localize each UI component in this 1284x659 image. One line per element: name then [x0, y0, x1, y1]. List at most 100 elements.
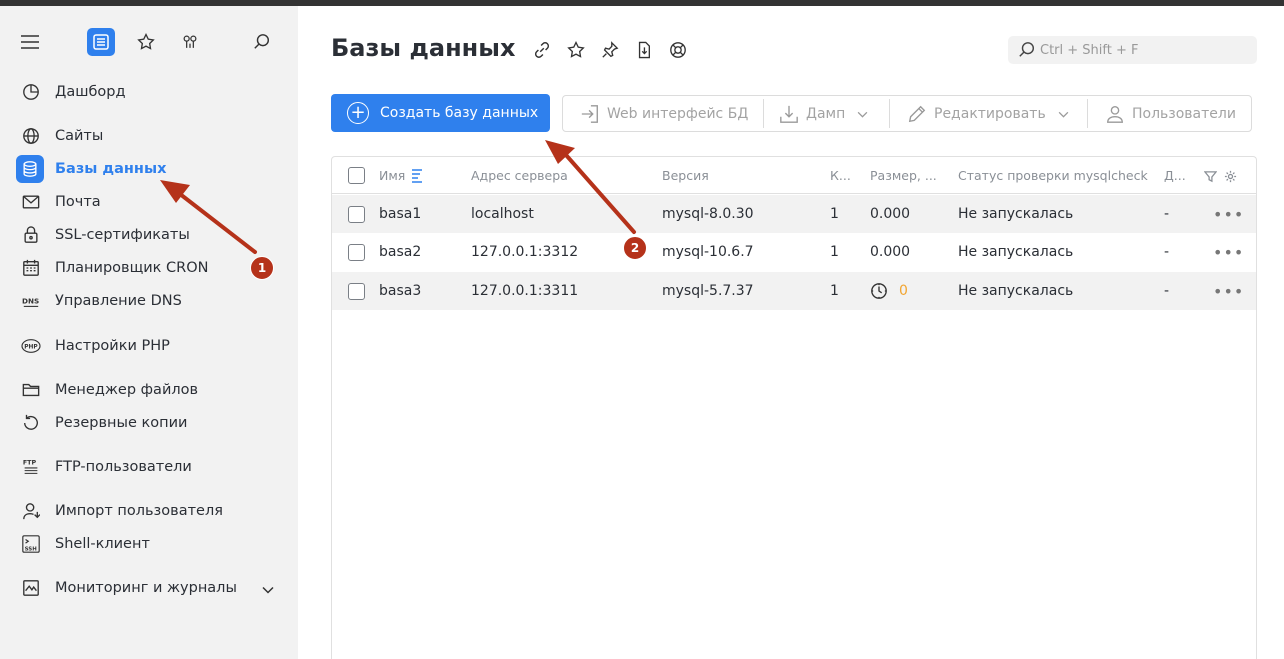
list-view-icon[interactable] — [87, 28, 115, 56]
create-database-button[interactable]: + Создать базу данных — [331, 94, 550, 132]
dump-label: Дамп — [806, 105, 846, 122]
gear-icon[interactable] — [1224, 168, 1237, 187]
sidebar-item-dashboard[interactable]: Дашборд — [0, 77, 298, 107]
column-header-size[interactable]: Размер, ... — [870, 168, 937, 183]
svg-text:PHP: PHP — [24, 344, 38, 350]
row-more-icon[interactable]: ••• — [1213, 243, 1244, 262]
cell-version: mysql-10.6.7 — [662, 244, 754, 260]
sidebar-item-shell[interactable]: SSH Shell-клиент — [0, 529, 298, 559]
users-button[interactable]: Пользователи — [1104, 96, 1236, 131]
sidebar-item-label: Дашборд — [55, 84, 126, 100]
cell-name: basa2 — [379, 244, 422, 260]
filter-icon[interactable] — [1203, 168, 1218, 187]
databases-table: Имя Адрес сервера Версия К... Размер, ..… — [331, 156, 1257, 659]
sidebar-item-monitoring[interactable]: Мониторинг и журналы — [0, 573, 298, 603]
download-icon — [778, 103, 800, 125]
sidebar-item-dns[interactable]: DNS Управление DNS — [0, 286, 298, 316]
row-checkbox[interactable] — [348, 244, 365, 261]
sidebar-item-label: Базы данных — [55, 161, 167, 177]
backup-icon — [19, 411, 43, 435]
page-title: Базы данных — [331, 34, 516, 62]
dump-button[interactable]: Дамп — [778, 96, 868, 131]
pin-icon[interactable] — [598, 38, 622, 62]
column-header-d[interactable]: Д... — [1164, 168, 1186, 183]
link-icon[interactable] — [530, 38, 554, 62]
column-header-check-status[interactable]: Статус проверки mysqlcheck — [958, 168, 1148, 183]
svg-text:DNS: DNS — [22, 297, 39, 306]
chevron-down-icon[interactable] — [262, 582, 274, 598]
select-all-checkbox[interactable] — [348, 167, 365, 184]
web-interface-button[interactable]: Web интерфейс БД — [579, 96, 748, 131]
column-header-version[interactable]: Версия — [662, 168, 709, 183]
toolbar-divider — [889, 99, 890, 128]
star-icon[interactable] — [564, 38, 588, 62]
sidebar-item-label: Резервные копии — [55, 415, 188, 431]
sidebar-item-file-manager[interactable]: Менеджер файлов — [0, 375, 298, 405]
help-lifebuoy-icon[interactable] — [666, 38, 690, 62]
column-header-count[interactable]: К... — [830, 168, 851, 183]
search-icon[interactable] — [248, 28, 276, 56]
sort-icon[interactable] — [410, 166, 424, 188]
column-header-address[interactable]: Адрес сервера — [471, 168, 568, 183]
pencil-icon — [906, 103, 928, 125]
cell-status: Не запускалась — [958, 244, 1074, 260]
table-row[interactable]: basa2 127.0.0.1:3312 mysql-10.6.7 1 0.00… — [332, 233, 1256, 271]
row-checkbox[interactable] — [348, 206, 365, 223]
clock-icon — [870, 282, 888, 300]
web-interface-label: Web интерфейс БД — [607, 105, 749, 122]
users-label: Пользователи — [1132, 105, 1236, 122]
cell-count: 1 — [830, 283, 839, 299]
title-actions — [530, 38, 690, 62]
sidebar-item-backups[interactable]: Резервные копии — [0, 408, 298, 438]
sidebar-item-mail[interactable]: Почта — [0, 187, 298, 217]
user-import-icon — [19, 499, 43, 523]
sidebar-item-label: Менеджер файлов — [55, 382, 199, 398]
cell-size: 0.000 — [870, 244, 911, 260]
sidebar-item-php[interactable]: PHP Настройки PHP — [0, 331, 298, 361]
sidebar-item-ssl[interactable]: SSL-сертификаты — [0, 220, 298, 250]
cell-version: mysql-5.7.37 — [662, 283, 754, 299]
cell-d: - — [1164, 206, 1170, 222]
sidebar-item-label: Сайты — [55, 128, 104, 144]
login-arrow-icon — [579, 103, 601, 125]
ssh-icon: SSH — [19, 532, 43, 556]
document-download-icon[interactable] — [632, 38, 656, 62]
sidebar: Дашборд Сайты Базы данных Почта SSL-серт… — [0, 6, 298, 659]
edit-button[interactable]: Редактировать — [906, 96, 1069, 131]
row-more-icon[interactable]: ••• — [1213, 282, 1244, 301]
cell-size: 0 — [899, 283, 908, 299]
apps-icon[interactable] — [176, 28, 204, 56]
hamburger-menu-icon[interactable] — [16, 28, 44, 56]
user-icon — [1104, 103, 1126, 125]
annotation-badge-2: 2 — [623, 236, 647, 260]
cell-status: Не запускалась — [958, 283, 1074, 299]
folder-icon — [19, 378, 43, 402]
sidebar-item-sites[interactable]: Сайты — [0, 121, 298, 151]
global-search[interactable] — [1008, 36, 1257, 64]
svg-text:FTP: FTP — [23, 459, 37, 466]
sidebar-item-label: Почта — [55, 194, 101, 210]
cell-name: basa3 — [379, 283, 422, 299]
favorites-star-icon[interactable] — [132, 28, 160, 56]
dns-icon: DNS — [19, 289, 43, 313]
search-input[interactable] — [1040, 42, 1240, 58]
sidebar-item-databases[interactable]: Базы данных — [0, 154, 298, 184]
row-checkbox[interactable] — [348, 283, 365, 300]
table-row[interactable]: basa3 127.0.0.1:3311 mysql-5.7.37 1 0 Не… — [332, 272, 1256, 310]
column-header-name[interactable]: Имя — [379, 168, 405, 183]
row-more-icon[interactable]: ••• — [1213, 205, 1244, 224]
sidebar-item-user-import[interactable]: Импорт пользователя — [0, 496, 298, 526]
create-database-label: Создать базу данных — [380, 105, 539, 121]
table-row[interactable]: basa1 localhost mysql-8.0.30 1 0.000 Не … — [332, 195, 1256, 233]
cell-address: 127.0.0.1:3311 — [471, 283, 579, 299]
monitoring-icon — [19, 576, 43, 600]
sidebar-toolbar — [0, 6, 298, 78]
svg-text:SSH: SSH — [25, 546, 38, 552]
toolbar-divider — [1087, 99, 1088, 128]
cell-count: 1 — [830, 206, 839, 222]
database-icon — [16, 155, 44, 183]
sidebar-item-label: SSL-сертификаты — [55, 227, 190, 243]
sidebar-item-ftp[interactable]: FTP FTP-пользователи — [0, 452, 298, 482]
cell-size: 0.000 — [870, 206, 911, 222]
cell-address: localhost — [471, 206, 534, 222]
